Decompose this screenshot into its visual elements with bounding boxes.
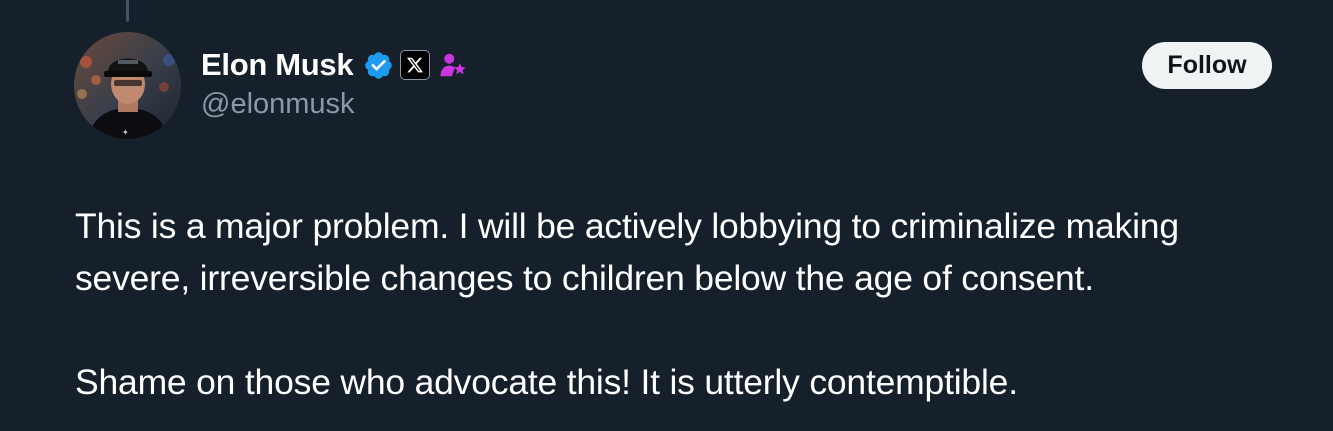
- follow-button[interactable]: Follow: [1142, 42, 1272, 89]
- tweet-text: This is a major problem. I will be activ…: [75, 200, 1305, 408]
- author-display-name[interactable]: Elon Musk: [201, 47, 354, 83]
- avatar-image: ✦: [74, 32, 181, 139]
- author-name-row: Elon Musk: [201, 44, 468, 86]
- svg-text:✦: ✦: [122, 128, 129, 137]
- author-handle[interactable]: @elonmusk: [201, 88, 355, 121]
- tweet-text-line: This is a major problem. I will be activ…: [75, 206, 1179, 246]
- affiliate-badge-icon[interactable]: [438, 50, 468, 80]
- tweet-text-line: Shame on those who advocate this! It is …: [75, 362, 1018, 402]
- tweet-text-line: severe, irreversible changes to children…: [75, 258, 1094, 298]
- x-logo-icon[interactable]: [400, 50, 431, 80]
- verified-badge-icon[interactable]: [363, 50, 394, 81]
- thread-connector-line: [126, 0, 129, 22]
- avatar[interactable]: ✦: [74, 32, 181, 139]
